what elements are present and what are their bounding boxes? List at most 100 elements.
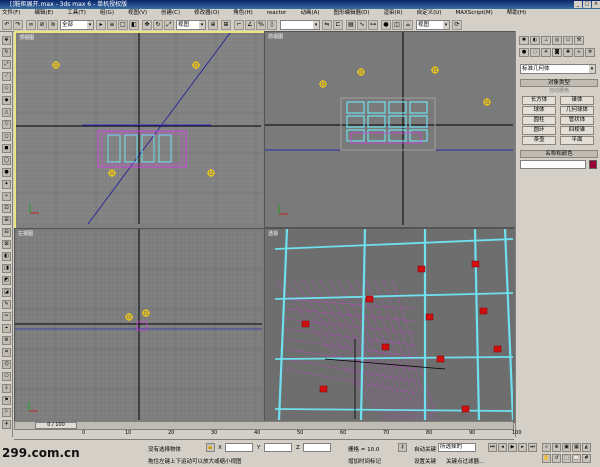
left-tool-23-icon[interactable]: ✂ <box>2 312 11 321</box>
motion-tab-icon[interactable]: ◎ <box>552 36 562 45</box>
left-tool-7-icon[interactable]: ▽ <box>2 120 11 129</box>
angle-snap-icon[interactable]: ∠ <box>245 20 255 30</box>
left-tool-4-icon[interactable]: ◇ <box>2 84 11 93</box>
z-coord-field[interactable] <box>303 443 331 452</box>
menu-item-14[interactable]: 帮助(H) <box>505 10 526 16</box>
frame-count-icon[interactable]: # <box>582 454 591 463</box>
left-tool-24-icon[interactable]: ⌖ <box>2 324 11 333</box>
set-key-button[interactable]: 设置关键 <box>414 457 436 465</box>
unlink-icon[interactable]: ⊘ <box>37 20 47 30</box>
maximize-button[interactable]: □ <box>583 1 591 8</box>
schematic-view-icon[interactable]: ⊶ <box>368 20 378 30</box>
left-tool-0-icon[interactable]: ✥ <box>2 36 11 45</box>
left-tool-11-icon[interactable]: ● <box>2 168 11 177</box>
viewport-front-label[interactable]: 前视图 <box>268 33 283 40</box>
maximize-viewport-icon[interactable]: ⬚ <box>562 454 571 463</box>
goto-start-icon[interactable]: ⏮ <box>488 443 497 452</box>
left-tool-16-icon[interactable]: ⊟ <box>2 228 11 237</box>
geometry-icon[interactable]: ● <box>519 48 529 57</box>
left-tool-2-icon[interactable]: ⤢ <box>2 60 11 69</box>
align-icon[interactable]: ⊏ <box>333 20 343 30</box>
object-type-button-2[interactable]: 球体 <box>522 106 556 115</box>
space-warps-icon[interactable]: ≈ <box>574 48 584 57</box>
systems-icon[interactable]: ✲ <box>585 48 595 57</box>
prev-frame-icon[interactable]: ◂ <box>498 443 507 452</box>
field-of-view-icon[interactable]: ◭ <box>582 443 591 452</box>
object-type-button-0[interactable]: 长方体 <box>522 96 556 105</box>
viewport-top-label[interactable]: 顶视图 <box>19 34 34 41</box>
modify-tab-icon[interactable]: ◐ <box>530 36 540 45</box>
create-tab-icon[interactable]: ✱ <box>519 36 529 45</box>
object-type-button-7[interactable]: 四棱锥 <box>560 126 594 135</box>
track-bar[interactable]: 0 10 20 30 40 50 60 70 80 90 100 <box>14 430 522 440</box>
key-filter-select[interactable]: 所选择的 <box>438 443 476 452</box>
left-tool-28-icon[interactable]: ⎔ <box>2 372 11 381</box>
bind-space-warp-icon[interactable]: ≋ <box>48 20 58 30</box>
close-button[interactable]: × <box>592 1 600 8</box>
quick-render-icon[interactable]: ☕ <box>403 20 413 30</box>
arc-rotate-icon[interactable]: ↺ <box>552 454 561 463</box>
reference-coord-select[interactable]: 视图 <box>176 20 206 30</box>
menu-item-8[interactable]: reactor <box>265 10 287 16</box>
display-tab-icon[interactable]: ▭ <box>563 36 573 45</box>
left-tool-32-icon[interactable]: ✈ <box>2 420 11 429</box>
material-editor-icon[interactable]: ● <box>381 20 391 30</box>
object-color-swatch[interactable] <box>589 160 597 169</box>
time-config-icon[interactable]: ⌚ <box>572 454 581 463</box>
left-tool-10-icon[interactable]: ◯ <box>2 156 11 165</box>
helpers-icon[interactable]: ✚ <box>563 48 573 57</box>
select-object-icon[interactable]: ▸ <box>96 20 106 30</box>
left-tool-25-icon[interactable]: ⚙ <box>2 336 11 345</box>
goto-end-icon[interactable]: ⏭ <box>528 443 537 452</box>
autogrid-checkbox[interactable]: 自动栅格 <box>520 87 598 95</box>
auto-key-button[interactable]: 自动关键 <box>414 445 436 453</box>
menu-item-2[interactable]: 工具(T) <box>65 10 86 16</box>
play-icon[interactable]: ▶ <box>508 443 517 452</box>
left-tool-12-icon[interactable]: ✦ <box>2 180 11 189</box>
key-filters-button[interactable]: 关键点过滤器... <box>446 457 484 465</box>
perspective-viewport-canvas[interactable] <box>265 229 513 420</box>
lock-selection-icon[interactable]: 🔒 <box>206 443 215 452</box>
menu-item-13[interactable]: MAXScript(M) <box>453 10 492 16</box>
menu-item-3[interactable]: 组(G) <box>98 10 114 16</box>
pivot-center-icon[interactable]: ⊕ <box>208 20 218 30</box>
rotate-icon[interactable]: ↻ <box>153 20 163 30</box>
render-scene-icon[interactable]: ◫ <box>392 20 402 30</box>
left-tool-17-icon[interactable]: ⊠ <box>2 240 11 249</box>
lights-icon[interactable]: ☀ <box>541 48 551 57</box>
object-type-rollout[interactable]: 对象类型 <box>520 79 598 87</box>
left-tool-22-icon[interactable]: ✎ <box>2 300 11 309</box>
left-viewport-canvas[interactable] <box>15 229 262 420</box>
object-category-select[interactable]: 标准几何体 <box>520 64 596 74</box>
left-tool-31-icon[interactable]: ⚐ <box>2 408 11 417</box>
time-slider-thumb[interactable]: 0 / 100 <box>35 422 77 429</box>
left-tool-27-icon[interactable]: ⌬ <box>2 360 11 369</box>
left-tool-19-icon[interactable]: ◨ <box>2 264 11 273</box>
scale-icon[interactable]: ⤢ <box>164 20 174 30</box>
object-type-button-8[interactable]: 茶壶 <box>522 136 556 145</box>
zoom-extents-icon[interactable]: ▣ <box>562 443 571 452</box>
viewport-left-label[interactable]: 左视图 <box>18 230 33 237</box>
redo-icon[interactable]: ↷ <box>13 20 23 30</box>
left-tool-18-icon[interactable]: ◧ <box>2 252 11 261</box>
viewport-persp-label[interactable]: 透视 <box>268 230 278 237</box>
render-view-select[interactable]: 视图 <box>416 20 450 30</box>
curve-editor-icon[interactable]: ∿ <box>357 20 367 30</box>
cameras-icon[interactable]: ◙ <box>552 48 562 57</box>
object-type-button-3[interactable]: 几何球体 <box>560 106 594 115</box>
menu-item-5[interactable]: 创建(C) <box>159 10 180 16</box>
left-tool-30-icon[interactable]: ⚑ <box>2 396 11 405</box>
link-icon[interactable]: ∞ <box>26 20 36 30</box>
left-tool-14-icon[interactable]: ⊡ <box>2 204 11 213</box>
zoom-icon[interactable]: ⌕ <box>542 443 551 452</box>
left-tool-1-icon[interactable]: ↻ <box>2 48 11 57</box>
object-name-field[interactable] <box>520 160 586 169</box>
layer-manager-icon[interactable]: ▤ <box>346 20 356 30</box>
object-type-button-1[interactable]: 锥体 <box>560 96 594 105</box>
mirror-icon[interactable]: ⇋ <box>322 20 332 30</box>
object-type-button-4[interactable]: 圆柱 <box>522 116 556 125</box>
undo-icon[interactable]: ↶ <box>2 20 12 30</box>
utilities-tab-icon[interactable]: ⚒ <box>574 36 584 45</box>
window-crossing-icon[interactable]: ◧ <box>129 20 139 30</box>
left-tool-6-icon[interactable]: △ <box>2 108 11 117</box>
